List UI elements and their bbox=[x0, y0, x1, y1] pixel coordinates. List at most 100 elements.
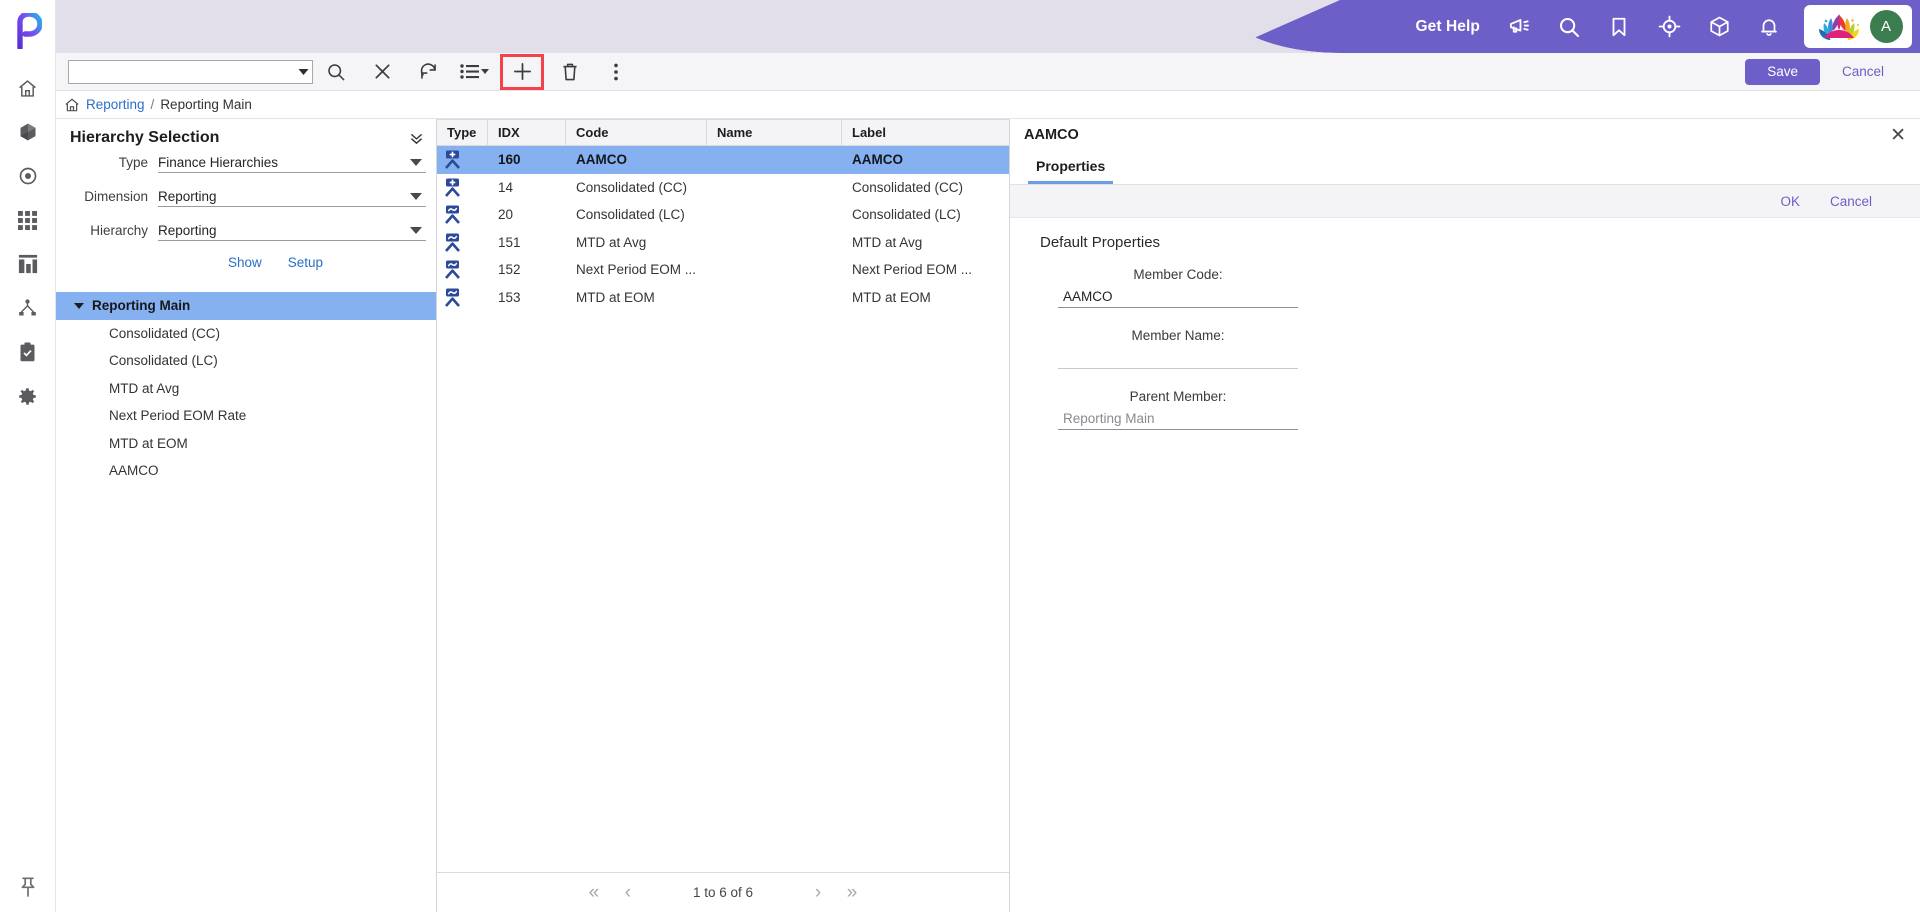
cell-label: Consolidated (LC) bbox=[852, 207, 961, 223]
pagination-prev-button[interactable]: ‹ bbox=[611, 878, 645, 908]
tree-node-label: MTD at EOM bbox=[109, 435, 188, 451]
avatar[interactable]: A bbox=[1869, 10, 1903, 43]
toolbar-refresh-button[interactable] bbox=[405, 53, 451, 91]
chart-bar-icon bbox=[18, 254, 38, 274]
sidebar-item-settings[interactable] bbox=[5, 374, 51, 418]
notifications-button[interactable] bbox=[1744, 0, 1794, 53]
chevron-down-icon bbox=[294, 68, 312, 76]
close-icon[interactable]: ✕ bbox=[1890, 126, 1906, 145]
tree-node-label: Consolidated (LC) bbox=[109, 353, 218, 369]
type-dropdown[interactable]: Finance Hierarchies bbox=[158, 155, 426, 173]
user-account-chip[interactable]: A bbox=[1804, 5, 1912, 48]
cell-idx: 20 bbox=[498, 207, 514, 223]
table-row[interactable]: 20 Consolidated (LC) Consolidated (LC) bbox=[437, 201, 1009, 229]
bell-icon bbox=[1758, 16, 1780, 38]
modules-button[interactable] bbox=[1694, 0, 1744, 53]
column-header-name[interactable]: Name bbox=[707, 120, 842, 145]
member-calc-node-icon bbox=[437, 229, 488, 257]
cancel-button[interactable]: Cancel bbox=[1824, 64, 1902, 79]
pagination-first-button[interactable]: « bbox=[577, 878, 611, 908]
platform-logo[interactable] bbox=[8, 10, 48, 52]
hierarchy-selection-form: Type Finance Hierarchies Dimension Repor… bbox=[56, 153, 436, 292]
home-icon[interactable] bbox=[64, 97, 80, 113]
show-link[interactable]: Show bbox=[228, 255, 262, 270]
column-header-label[interactable]: Label bbox=[842, 120, 1008, 145]
sidebar-item-focus[interactable] bbox=[5, 154, 51, 198]
tree-node-consolidated-cc[interactable]: Consolidated (CC) bbox=[56, 320, 436, 348]
sidebar-item-hierarchies[interactable] bbox=[5, 286, 51, 330]
cancel-button[interactable]: Cancel bbox=[1830, 194, 1872, 209]
tree-node-reporting-main[interactable]: Reporting Main bbox=[56, 292, 436, 320]
pin-navigation-button[interactable] bbox=[5, 862, 51, 912]
ok-button[interactable]: OK bbox=[1780, 194, 1800, 209]
caret-down-icon[interactable] bbox=[74, 302, 84, 309]
table-row[interactable]: 152 Next Period EOM ... Next Period EOM … bbox=[437, 256, 1009, 284]
field-value: Finance Hierarchies bbox=[158, 155, 279, 170]
tree-node-consolidated-lc[interactable]: Consolidated (LC) bbox=[56, 347, 436, 375]
property-label: Member Name: bbox=[1131, 328, 1225, 343]
get-help-button[interactable]: Get Help bbox=[1401, 18, 1494, 36]
table-row[interactable]: 153 MTD at EOM MTD at EOM bbox=[437, 284, 1009, 312]
target-circle-icon bbox=[18, 166, 38, 186]
parent-member-input[interactable] bbox=[1058, 409, 1298, 430]
more-actions-button[interactable] bbox=[593, 53, 639, 91]
sidebar-item-applications[interactable] bbox=[5, 198, 51, 242]
column-header-code[interactable]: Code bbox=[566, 120, 707, 145]
global-search-button[interactable] bbox=[1544, 0, 1594, 53]
tree-node-next-period-eom-rate[interactable]: Next Period EOM Rate bbox=[56, 402, 436, 430]
tree-node-mtd-at-eom[interactable]: MTD at EOM bbox=[56, 430, 436, 458]
cell-name bbox=[707, 229, 842, 257]
property-parent-member: Parent Member: bbox=[1010, 389, 1920, 430]
cell-label: MTD at Avg bbox=[852, 234, 923, 250]
table-row[interactable]: 14 Consolidated (CC) Consolidated (CC) bbox=[437, 174, 1009, 202]
announcements-button[interactable] bbox=[1494, 0, 1544, 53]
cell-label: Consolidated (CC) bbox=[852, 179, 964, 195]
lotus-logo bbox=[1814, 10, 1864, 43]
breadcrumb-link-reporting[interactable]: Reporting bbox=[86, 97, 145, 112]
field-label: Dimension bbox=[84, 189, 148, 204]
collapse-panel-button[interactable] bbox=[409, 131, 424, 146]
cell-name bbox=[707, 201, 842, 229]
tree-node-aamco[interactable]: AAMCO bbox=[56, 457, 436, 485]
sidebar-item-reports[interactable] bbox=[5, 242, 51, 286]
property-member-code: Member Code: bbox=[1010, 267, 1920, 308]
bookmarks-button[interactable] bbox=[1594, 0, 1644, 53]
navigator-button[interactable] bbox=[1644, 0, 1694, 53]
tree-node-label: MTD at Avg bbox=[109, 380, 180, 396]
cell-idx: 160 bbox=[498, 152, 521, 168]
member-code-input[interactable] bbox=[1058, 287, 1298, 308]
trash-icon bbox=[561, 62, 579, 82]
pagination-last-button[interactable]: » bbox=[835, 878, 869, 908]
toolbar-search-button[interactable] bbox=[313, 53, 359, 91]
pagination-next-button[interactable]: › bbox=[801, 878, 835, 908]
pagination-status: 1 to 6 of 6 bbox=[692, 885, 754, 900]
cell-name bbox=[707, 284, 842, 312]
cube-outline-icon bbox=[1708, 15, 1731, 38]
member-grid-panel: Type IDX Code Name Label 160 AAMCO AAMCO… bbox=[437, 119, 1010, 912]
add-member-button[interactable] bbox=[500, 53, 544, 90]
setup-link[interactable]: Setup bbox=[288, 255, 323, 270]
dimension-dropdown[interactable]: Reporting bbox=[158, 189, 426, 207]
sidebar-item-models[interactable] bbox=[5, 110, 51, 154]
chevron-double-down-icon bbox=[409, 131, 424, 146]
member-name-input[interactable] bbox=[1058, 348, 1298, 369]
cell-idx: 151 bbox=[498, 234, 521, 250]
breadcrumb: Reporting / Reporting Main bbox=[56, 91, 1920, 119]
table-row[interactable]: 160 AAMCO AAMCO bbox=[437, 146, 1009, 174]
tab-properties[interactable]: Properties bbox=[1028, 158, 1114, 184]
hierarchy-dropdown[interactable]: Reporting bbox=[158, 223, 426, 241]
delete-member-button[interactable] bbox=[547, 53, 593, 91]
toolbar-clear-button[interactable] bbox=[359, 53, 405, 91]
sidebar-item-tasks[interactable] bbox=[5, 330, 51, 374]
table-row[interactable]: 151 MTD at Avg MTD at Avg bbox=[437, 229, 1009, 257]
column-header-idx[interactable]: IDX bbox=[488, 120, 566, 145]
toolbar-view-options-button[interactable] bbox=[451, 53, 497, 91]
column-header-type[interactable]: Type bbox=[437, 120, 488, 145]
save-button[interactable]: Save bbox=[1745, 58, 1820, 85]
chevron-down-icon bbox=[410, 193, 422, 200]
properties-panel-title: AAMCO bbox=[1024, 127, 1079, 143]
tree-node-mtd-at-avg[interactable]: MTD at Avg bbox=[56, 375, 436, 403]
grid-apps-icon bbox=[18, 210, 37, 230]
sidebar-item-home[interactable] bbox=[5, 66, 51, 110]
member-filter-combobox[interactable] bbox=[68, 59, 313, 84]
